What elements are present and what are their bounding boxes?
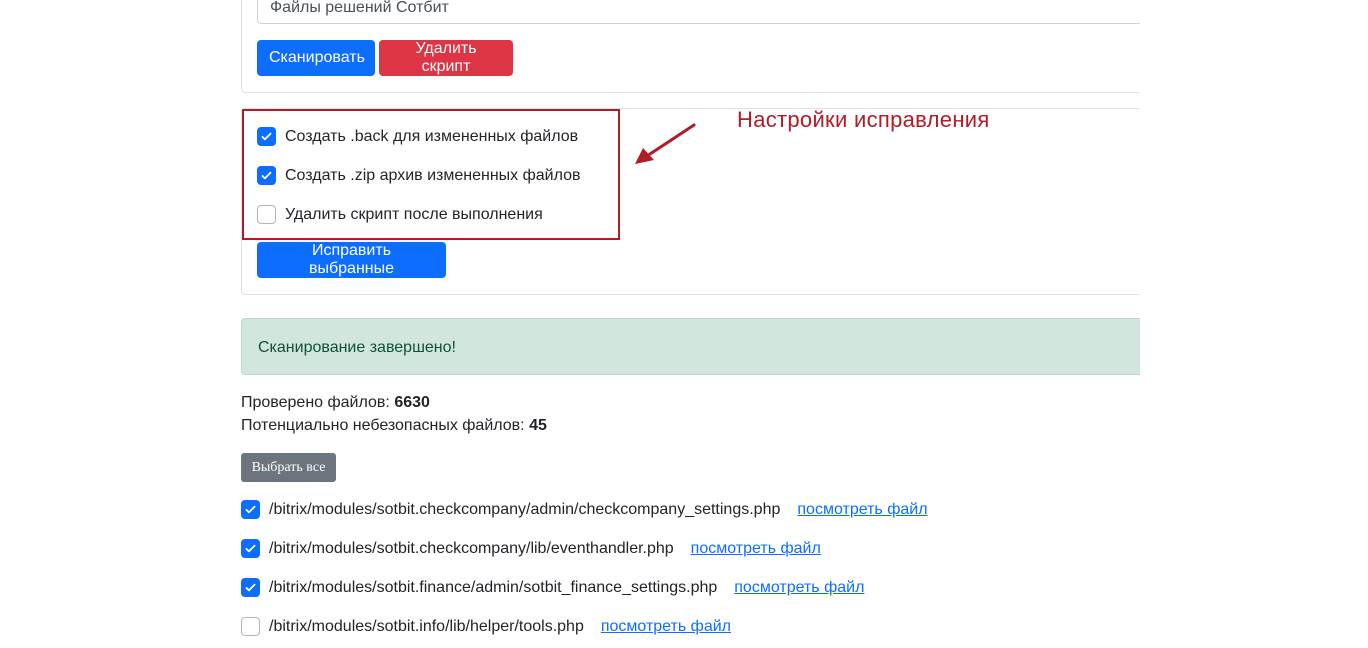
check-icon — [245, 505, 256, 514]
files-checked-stat: Проверено файлов: 6630 — [241, 394, 430, 412]
file-path: /bitrix/modules/sotbit.finance/admin/sot… — [269, 578, 718, 596]
delete-script-button[interactable]: Удалить скрипт — [379, 40, 513, 76]
view-file-link[interactable]: посмотреть файл — [734, 579, 864, 597]
view-file-link[interactable]: посмотреть файл — [691, 540, 821, 558]
view-file-link[interactable]: посмотреть файл — [601, 618, 731, 636]
file-row: /bitrix/modules/sotbit.checkcompany/lib/… — [241, 539, 821, 558]
annotation-text: Настройки исправления — [737, 107, 990, 132]
alert-text: Сканирование завершено! — [258, 339, 456, 356]
file-checkbox[interactable] — [241, 500, 260, 519]
scan-button[interactable]: Сканировать — [257, 40, 375, 76]
solution-select[interactable]: Файлы решений Сотбит — [257, 0, 1140, 24]
file-path: /bitrix/modules/sotbit.checkcompany/admi… — [269, 500, 781, 518]
scan-complete-alert: Сканирование завершено! — [241, 318, 1140, 375]
options-highlight-frame — [242, 109, 620, 240]
file-path: /bitrix/modules/sotbit.checkcompany/lib/… — [269, 539, 674, 557]
file-row: /bitrix/modules/sotbit.info/lib/helper/t… — [241, 617, 731, 636]
file-path: /bitrix/modules/sotbit.info/lib/helper/t… — [269, 617, 584, 635]
files-checked-label: Проверено файлов: — [241, 394, 390, 411]
unsafe-files-label: Потенциально небезопасных файлов: — [241, 417, 525, 434]
select-all-button[interactable]: Выбрать все — [241, 453, 336, 482]
file-checkbox[interactable] — [241, 539, 260, 558]
files-checked-value: 6630 — [394, 394, 430, 411]
unsafe-files-value: 45 — [529, 417, 547, 434]
check-icon — [245, 583, 256, 592]
check-icon — [245, 544, 256, 553]
file-checkbox[interactable] — [241, 617, 260, 636]
file-checkbox[interactable] — [241, 578, 260, 597]
fix-selected-button[interactable]: Исправить выбранные — [257, 242, 446, 278]
file-row: /bitrix/modules/sotbit.checkcompany/admi… — [241, 500, 928, 519]
file-row: /bitrix/modules/sotbit.finance/admin/sot… — [241, 578, 864, 597]
view-file-link[interactable]: посмотреть файл — [797, 501, 927, 519]
unsafe-files-stat: Потенциально небезопасных файлов: 45 — [241, 417, 547, 435]
solution-select-value: Файлы решений Сотбит — [270, 0, 449, 16]
annotation-arrow-icon — [635, 123, 696, 164]
